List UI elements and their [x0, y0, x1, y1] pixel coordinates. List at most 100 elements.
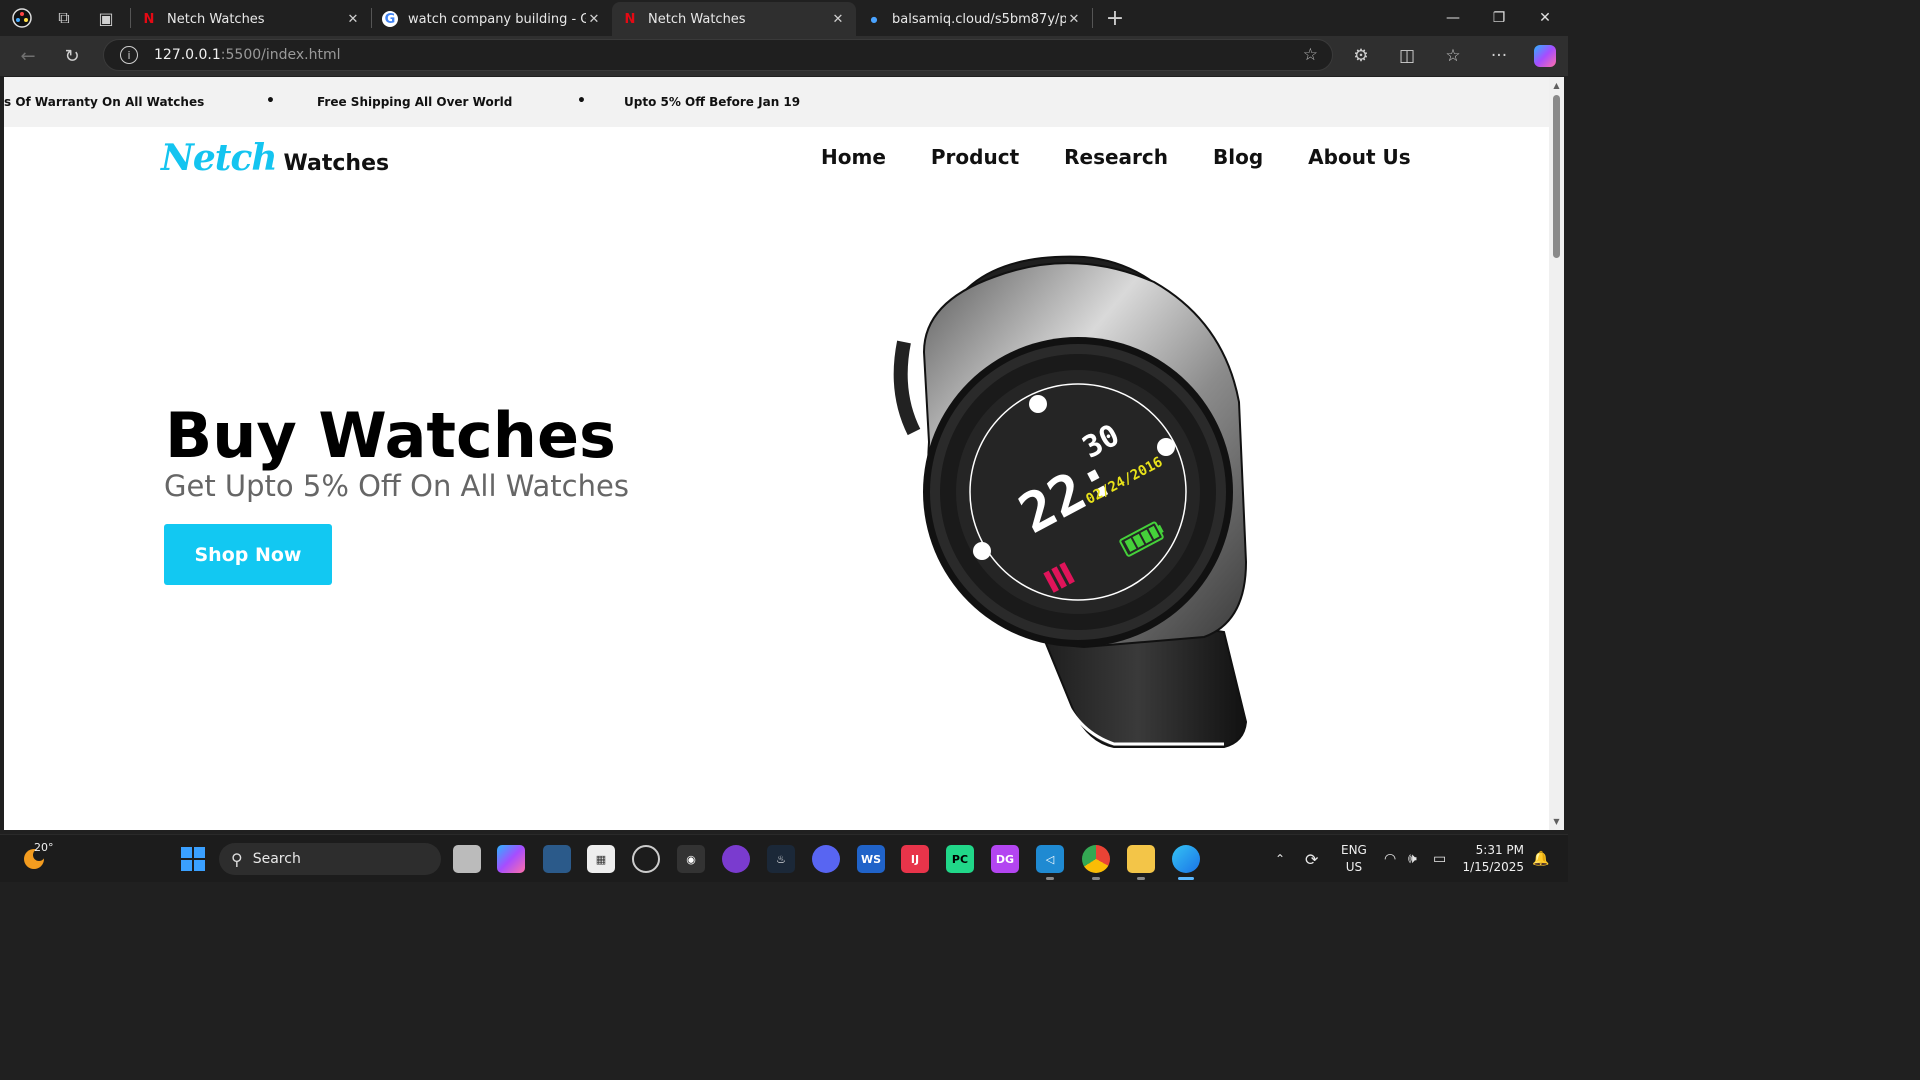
tab-actions-icon[interactable]: ▣: [88, 0, 124, 36]
more-options-icon[interactable]: ···: [1476, 46, 1522, 66]
search-placeholder: Search: [252, 851, 301, 867]
running-indicator-active: [1178, 877, 1194, 880]
url-path: :5500/index.html: [220, 47, 341, 63]
datagrip-icon[interactable]: DG: [991, 845, 1019, 873]
obs-icon[interactable]: [632, 845, 660, 873]
discord-icon[interactable]: [812, 845, 840, 873]
hero-title: Buy Watches: [165, 399, 616, 472]
sync-icon[interactable]: ⟳: [1305, 835, 1318, 883]
running-indicator: [1046, 877, 1054, 880]
browser-tab-active[interactable]: N Netch Watches ✕: [612, 2, 856, 36]
tray-overflow-icon[interactable]: ⌃: [1275, 835, 1285, 883]
wifi-icon[interactable]: ◠: [1384, 835, 1396, 883]
announcement-bar: s Of Warranty On All Watches • Free Ship…: [4, 77, 1549, 127]
clock-date: 1/15/2025: [1462, 860, 1524, 874]
close-icon[interactable]: ✕: [1066, 12, 1082, 27]
bullet-separator: •: [266, 93, 275, 109]
lang-region: US: [1345, 860, 1363, 874]
copilot-app-icon[interactable]: [497, 845, 525, 873]
scroll-up-arrow-icon[interactable]: ▲: [1549, 81, 1564, 90]
back-arrow-icon[interactable]: ←: [6, 36, 50, 76]
nav-link-research[interactable]: Research: [1064, 145, 1168, 169]
scrollbar-thumb[interactable]: [1553, 95, 1560, 258]
browser-tab-strip: ⧉ ▣ N Netch Watches ✕ G watch company bu…: [0, 0, 1568, 36]
smartwatch-image: 22: 30 02/24/2016: [893, 255, 1248, 748]
davinci-resolve-icon[interactable]: ◉: [677, 845, 705, 873]
browser-tab[interactable]: N Netch Watches ✕: [131, 2, 371, 36]
favorites-icon[interactable]: ☆: [1430, 46, 1476, 66]
windows-taskbar: 20° ⚲ Search ▦ ◉ ♨ WS IJ PC DG ◁ ⌃ ⟳ ENG…: [0, 834, 1568, 882]
announcement-item: Free Shipping All Over World: [317, 95, 513, 109]
windows-start-icon[interactable]: [179, 845, 207, 873]
restore-icon[interactable]: ❐: [1476, 0, 1522, 36]
intellij-icon[interactable]: IJ: [901, 845, 929, 873]
system-clock[interactable]: 5:31 PM 1/15/2025: [1462, 842, 1524, 876]
lang-code: ENG: [1341, 843, 1367, 857]
chrome-icon[interactable]: [1082, 845, 1110, 873]
split-screen-icon[interactable]: ◫: [1384, 46, 1430, 66]
search-icon: ⚲: [231, 849, 243, 869]
main-nav: Home Product Research Blog About Us: [821, 145, 1411, 169]
google-g-icon: G: [382, 11, 398, 27]
tab-title: balsamiq.cloud/s5bm87y/p9anb2: [892, 11, 1066, 27]
volume-icon[interactable]: 🕪: [1408, 835, 1417, 883]
address-bar[interactable]: i 127.0.0.1:5500/index.html ☆: [103, 39, 1333, 71]
vscode-icon[interactable]: ◁: [1036, 845, 1064, 873]
reload-icon[interactable]: ↻: [50, 36, 94, 76]
running-indicator: [1092, 877, 1100, 880]
announcement-item: s Of Warranty On All Watches: [4, 95, 205, 109]
tab-title: watch company building - Google: [408, 11, 586, 27]
pycharm-icon[interactable]: PC: [946, 845, 974, 873]
page-viewport: s Of Warranty On All Watches • Free Ship…: [4, 77, 1549, 830]
favorite-star-icon[interactable]: ☆: [1303, 45, 1318, 65]
close-icon[interactable]: ✕: [345, 12, 361, 27]
netflix-n-icon: N: [143, 11, 155, 27]
bullet-separator: •: [577, 93, 586, 109]
nav-link-home[interactable]: Home: [821, 145, 886, 169]
notification-bell-icon[interactable]: 🔔: [1532, 835, 1549, 883]
webstorm-icon[interactable]: WS: [857, 845, 885, 873]
logo-script: Netch: [161, 137, 278, 179]
scroll-down-arrow-icon[interactable]: ▼: [1549, 817, 1564, 826]
logo-word: Watches: [283, 151, 390, 176]
site-logo[interactable]: Netch Watches: [161, 137, 389, 181]
shop-now-button[interactable]: Shop Now: [164, 524, 332, 585]
copilot-icon[interactable]: [1534, 45, 1556, 67]
edge-icon[interactable]: [1172, 845, 1200, 873]
close-icon[interactable]: ✕: [586, 12, 602, 27]
task-view-icon[interactable]: [453, 845, 481, 873]
microsoft-store-icon[interactable]: ▦: [587, 845, 615, 873]
nav-link-blog[interactable]: Blog: [1213, 145, 1263, 169]
nav-link-product[interactable]: Product: [931, 145, 1019, 169]
github-desktop-icon[interactable]: [722, 845, 750, 873]
profile-icon[interactable]: [4, 0, 40, 36]
tab-title: Netch Watches: [648, 11, 746, 27]
close-icon[interactable]: ✕: [830, 12, 846, 27]
nav-link-about-us[interactable]: About Us: [1308, 145, 1410, 169]
input-language[interactable]: ENG US: [1341, 842, 1367, 876]
dot-icon: ●: [870, 14, 878, 24]
page-scrollbar[interactable]: ▲ ▼: [1549, 77, 1564, 830]
minimize-icon[interactable]: —: [1430, 0, 1476, 36]
sql-tool-icon[interactable]: [543, 845, 571, 873]
browser-tab[interactable]: ● balsamiq.cloud/s5bm87y/p9anb2 ✕: [856, 2, 1092, 36]
running-indicator: [1137, 877, 1145, 880]
url-host: 127.0.0.1: [154, 47, 221, 63]
address-toolbar: ← ↻ i 127.0.0.1:5500/index.html ☆ ⚙ ◫ ☆ …: [0, 36, 1568, 76]
weather-widget[interactable]: 20°: [22, 841, 54, 871]
clock-time: 5:31 PM: [1475, 843, 1524, 857]
file-explorer-icon[interactable]: [1127, 845, 1155, 873]
site-info-icon[interactable]: i: [120, 46, 138, 64]
tab-title: Netch Watches: [167, 11, 265, 27]
taskbar-search[interactable]: ⚲ Search: [219, 843, 441, 875]
weather-temp: 20°: [34, 841, 54, 854]
workspaces-icon[interactable]: ⧉: [46, 0, 82, 36]
battery-tray-icon[interactable]: ▭: [1433, 835, 1446, 883]
close-window-icon[interactable]: ✕: [1522, 0, 1568, 36]
hero-subtitle: Get Upto 5% Off On All Watches: [164, 469, 629, 503]
extensions-icon[interactable]: ⚙: [1338, 46, 1384, 66]
announcement-item: Upto 5% Off Before Jan 19: [624, 95, 801, 109]
new-tab-icon[interactable]: +: [1097, 0, 1133, 36]
steam-icon[interactable]: ♨: [767, 845, 795, 873]
browser-tab[interactable]: G watch company building - Google ✕: [372, 2, 612, 36]
